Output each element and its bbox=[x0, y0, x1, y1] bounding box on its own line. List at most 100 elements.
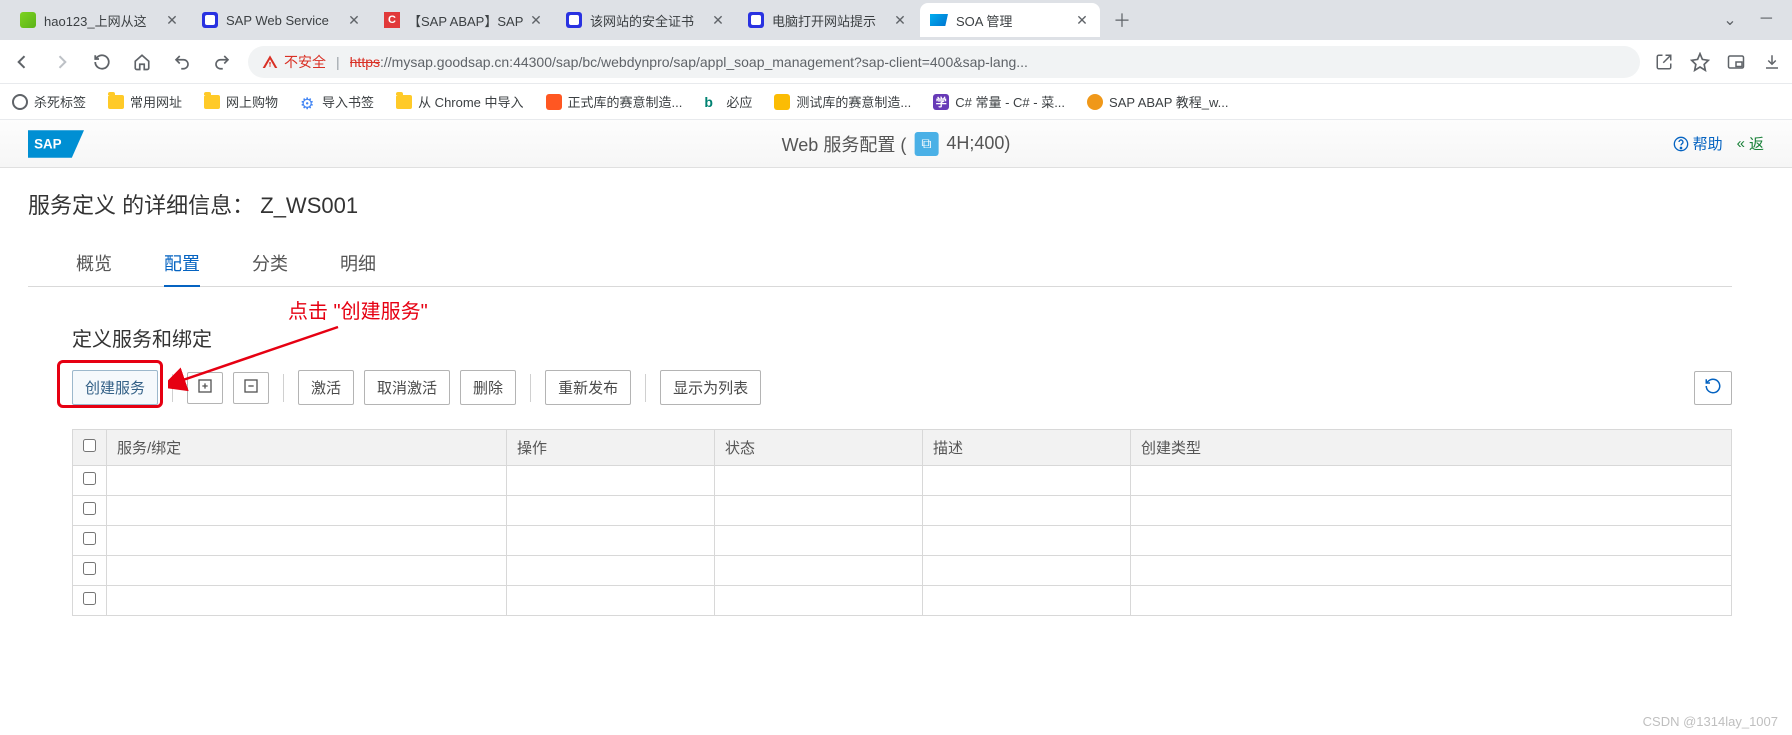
favicon-baidu bbox=[748, 12, 764, 28]
row-checkbox[interactable] bbox=[83, 532, 96, 545]
url-input[interactable]: 不安全 | https://mysap.goodsap.cn:44300/sap… bbox=[248, 46, 1640, 78]
help-link[interactable]: 帮助 bbox=[1673, 133, 1723, 154]
favicon-csdn: C bbox=[384, 12, 400, 28]
col-description[interactable]: 描述 bbox=[923, 430, 1131, 466]
tab-detail[interactable]: 明细 bbox=[340, 244, 376, 286]
watermark: CSDN @1314lay_1007 bbox=[1643, 714, 1778, 729]
browser-tab-1[interactable]: SAP Web Service ✕ bbox=[192, 3, 372, 37]
table-row[interactable] bbox=[73, 496, 1732, 526]
row-checkbox[interactable] bbox=[83, 592, 96, 605]
tab-title: SOA 管理 bbox=[956, 11, 1074, 30]
bookmark-item[interactable]: ⚙导入书签 bbox=[300, 92, 374, 111]
url-text: https://mysap.goodsap.cn:44300/sap/bc/we… bbox=[350, 54, 1028, 70]
annotation-text: 点击 "创建服务" bbox=[288, 295, 428, 324]
chevron-down-icon[interactable]: ⌄ bbox=[1723, 10, 1736, 30]
tab-title: SAP Web Service bbox=[226, 13, 346, 28]
bookmark-item[interactable]: 从 Chrome 中导入 bbox=[396, 92, 523, 111]
row-checkbox[interactable] bbox=[83, 472, 96, 485]
tab-title: 电脑打开网站提示 bbox=[772, 11, 892, 30]
page-heading: 服务定义 的详细信息： Z_WS001 bbox=[28, 188, 1732, 220]
row-checkbox[interactable] bbox=[83, 562, 96, 575]
favicon-sap bbox=[930, 14, 948, 26]
close-icon[interactable]: ✕ bbox=[892, 12, 908, 28]
back-link[interactable]: « 返 bbox=[1737, 133, 1764, 154]
undo-button[interactable] bbox=[168, 48, 196, 76]
bookmark-item[interactable]: 常用网址 bbox=[108, 92, 182, 111]
tab-overview[interactable]: 概览 bbox=[76, 244, 112, 286]
tab-config[interactable]: 配置 bbox=[164, 244, 200, 286]
col-service-binding[interactable]: 服务/绑定 bbox=[107, 430, 507, 466]
star-icon[interactable] bbox=[1688, 50, 1712, 74]
col-operation[interactable]: 操作 bbox=[507, 430, 715, 466]
address-bar: 不安全 | https://mysap.goodsap.cn:44300/sap… bbox=[0, 40, 1792, 84]
bookmarks-bar: 杀死标签 常用网址 网上购物 ⚙导入书签 从 Chrome 中导入 正式库的赛意… bbox=[0, 84, 1792, 120]
create-service-button[interactable]: 创建服务 bbox=[72, 370, 158, 405]
browser-tab-5[interactable]: SOA 管理 ✕ bbox=[920, 3, 1100, 37]
favicon-baidu bbox=[202, 12, 218, 28]
browser-tab-3[interactable]: 该网站的安全证书 ✕ bbox=[556, 3, 736, 37]
redo-button[interactable] bbox=[208, 48, 236, 76]
insecure-warning: 不安全 bbox=[262, 52, 326, 72]
config-panel: 点击 "创建服务" 定义服务和绑定 创建服务 激活 取消激活 删除 重新发布 显… bbox=[28, 287, 1732, 616]
folder-icon bbox=[204, 95, 220, 109]
reload-button[interactable] bbox=[88, 48, 116, 76]
minimize-icon[interactable]: ─ bbox=[1761, 10, 1772, 30]
app-icon bbox=[546, 94, 562, 110]
back-button[interactable] bbox=[8, 48, 36, 76]
favicon-hao123 bbox=[20, 12, 36, 28]
bookmark-item[interactable]: 正式库的赛意制造... bbox=[546, 92, 683, 111]
table-row[interactable] bbox=[73, 526, 1732, 556]
tab-category[interactable]: 分类 bbox=[252, 244, 288, 286]
republish-button[interactable]: 重新发布 bbox=[545, 370, 631, 405]
col-create-type[interactable]: 创建类型 bbox=[1131, 430, 1732, 466]
delete-button[interactable]: 删除 bbox=[460, 370, 516, 405]
close-icon[interactable]: ✕ bbox=[164, 12, 180, 28]
url-separator: | bbox=[336, 54, 340, 70]
table-row[interactable] bbox=[73, 466, 1732, 496]
row-checkbox[interactable] bbox=[83, 502, 96, 515]
bookmark-item[interactable]: b必应 bbox=[704, 92, 752, 111]
new-tab-button[interactable]: ＋ bbox=[1108, 6, 1136, 34]
close-icon[interactable]: ✕ bbox=[1074, 12, 1090, 28]
close-icon[interactable]: ✕ bbox=[528, 12, 544, 28]
col-status[interactable]: 状态 bbox=[715, 430, 923, 466]
select-all-checkbox[interactable] bbox=[73, 430, 107, 466]
annotation-arrow bbox=[168, 323, 348, 403]
gear-icon: ⚙ bbox=[300, 94, 316, 110]
overlay-icon: ⧉ bbox=[914, 132, 938, 156]
toolbar-separator bbox=[530, 374, 531, 402]
refresh-button[interactable] bbox=[1694, 371, 1732, 405]
bookmark-item[interactable]: 网上购物 bbox=[204, 92, 278, 111]
close-icon[interactable]: ✕ bbox=[710, 12, 726, 28]
show-as-list-button[interactable]: 显示为列表 bbox=[660, 370, 761, 405]
window-controls: ⌄ ─ bbox=[1723, 10, 1792, 30]
table-row[interactable] bbox=[73, 556, 1732, 586]
share-icon[interactable] bbox=[1652, 50, 1676, 74]
favicon-baidu bbox=[566, 12, 582, 28]
toolbar-separator bbox=[645, 374, 646, 402]
sap-logo: SAP bbox=[28, 130, 84, 158]
browser-tab-2[interactable]: C 【SAP ABAP】SAP ✕ bbox=[374, 3, 554, 37]
services-table: 服务/绑定 操作 状态 描述 创建类型 bbox=[72, 429, 1732, 616]
app-icon: 学 bbox=[933, 94, 949, 110]
home-button[interactable] bbox=[128, 48, 156, 76]
browser-tab-0[interactable]: hao123_上网从这 ✕ bbox=[10, 3, 190, 37]
folder-icon bbox=[396, 95, 412, 109]
bookmark-item[interactable]: 学C# 常量 - C# - 菜... bbox=[933, 92, 1065, 111]
bookmark-item[interactable]: 杀死标签 bbox=[12, 92, 86, 111]
pip-icon[interactable] bbox=[1724, 50, 1748, 74]
close-icon[interactable]: ✕ bbox=[346, 12, 362, 28]
table-row[interactable] bbox=[73, 586, 1732, 616]
tab-title: hao123_上网从这 bbox=[44, 11, 164, 30]
bookmark-item[interactable]: SAP ABAP 教程_w... bbox=[1087, 92, 1228, 111]
browser-tab-strip: hao123_上网从这 ✕ SAP Web Service ✕ C 【SAP A… bbox=[0, 0, 1792, 40]
tab-strip: 概览 配置 分类 明细 bbox=[28, 244, 1732, 287]
deactivate-button[interactable]: 取消激活 bbox=[364, 370, 450, 405]
sap-header: SAP Web 服务配置 (⧉4H;400) 帮助 « 返 bbox=[0, 120, 1792, 168]
page-content: 服务定义 的详细信息： Z_WS001 概览 配置 分类 明细 点击 "创建服务… bbox=[0, 168, 1792, 616]
tab-title: 该网站的安全证书 bbox=[590, 11, 710, 30]
bookmark-item[interactable]: 测试库的赛意制造... bbox=[774, 92, 911, 111]
app-title: Web 服务配置 (⧉4H;400) bbox=[782, 131, 1011, 157]
browser-tab-4[interactable]: 电脑打开网站提示 ✕ bbox=[738, 3, 918, 37]
download-icon[interactable] bbox=[1760, 50, 1784, 74]
